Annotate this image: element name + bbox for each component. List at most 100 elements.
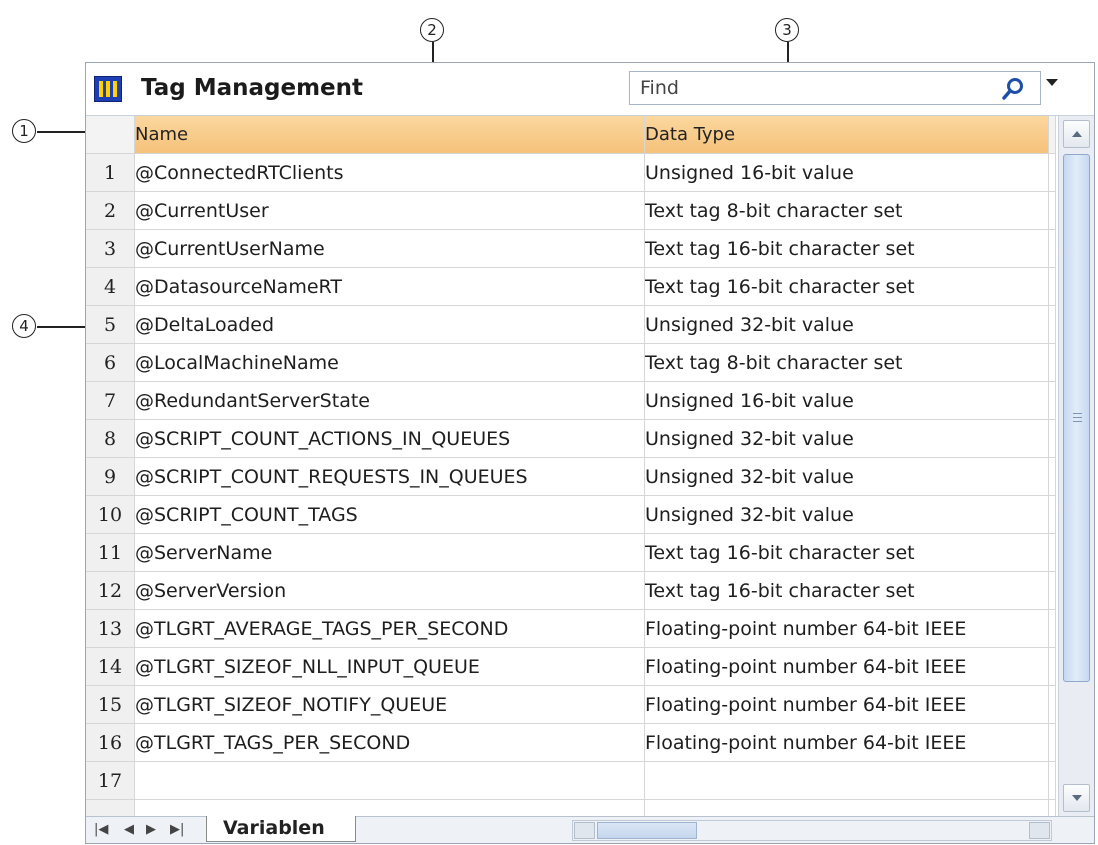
data-type-cell[interactable]: Unsigned 32-bit value bbox=[644, 495, 1049, 534]
next-column-cell[interactable] bbox=[1048, 381, 1056, 420]
table-row[interactable]: 14 @TLGRT_SIZEOF_NLL_INPUT_QUEUE Floating-… bbox=[86, 647, 1056, 686]
row-number[interactable]: 9 bbox=[86, 457, 135, 496]
scroll-thumb[interactable] bbox=[1063, 154, 1090, 682]
row-number[interactable]: 10 bbox=[86, 495, 135, 534]
vertical-scrollbar[interactable] bbox=[1058, 116, 1094, 816]
row-number[interactable]: 11 bbox=[86, 533, 135, 572]
tag-name-cell[interactable]: @CurrentUserName bbox=[134, 229, 645, 268]
tag-name-cell[interactable]: @SCRIPT_COUNT_REQUESTS_IN_QUEUES bbox=[134, 457, 645, 496]
data-type-cell[interactable]: Text tag 8-bit character set bbox=[644, 343, 1049, 382]
data-type-cell[interactable]: Unsigned 32-bit value bbox=[644, 457, 1049, 496]
next-column-cell[interactable] bbox=[1048, 419, 1056, 458]
next-column-cell[interactable] bbox=[1048, 533, 1056, 572]
tag-name-cell[interactable]: @ConnectedRTClients bbox=[134, 153, 645, 192]
row-number[interactable] bbox=[86, 799, 135, 816]
search-icon[interactable] bbox=[1000, 76, 1026, 102]
table-row[interactable]: 8 @SCRIPT_COUNT_ACTIONS_IN_QUEUES Unsigned… bbox=[86, 419, 1056, 458]
chevron-down-icon[interactable] bbox=[1046, 79, 1058, 86]
row-number[interactable]: 1 bbox=[86, 153, 135, 192]
column-header-data-type[interactable]: Data Type bbox=[644, 116, 1049, 154]
sheet-tab-variablen[interactable]: Variablen bbox=[206, 816, 356, 842]
row-number[interactable]: 6 bbox=[86, 343, 135, 382]
row-number[interactable]: 15 bbox=[86, 685, 135, 724]
scroll-down-button[interactable] bbox=[1063, 784, 1090, 812]
table-row[interactable]: 7 @RedundantServerState Unsigned 16-bit va… bbox=[86, 381, 1056, 420]
row-number[interactable]: 12 bbox=[86, 571, 135, 610]
data-type-cell[interactable] bbox=[644, 761, 1049, 800]
row-number[interactable]: 3 bbox=[86, 229, 135, 268]
tag-name-cell[interactable] bbox=[134, 761, 645, 800]
find-box[interactable] bbox=[629, 71, 1041, 105]
data-type-cell[interactable]: Text tag 8-bit character set bbox=[644, 191, 1049, 230]
tag-name-cell[interactable] bbox=[134, 799, 645, 816]
table-row[interactable] bbox=[86, 799, 1056, 816]
table-row[interactable]: 2 @CurrentUser Text tag 8-bit character se… bbox=[86, 191, 1056, 230]
row-number[interactable]: 2 bbox=[86, 191, 135, 230]
tag-name-cell[interactable]: @SCRIPT_COUNT_ACTIONS_IN_QUEUES bbox=[134, 419, 645, 458]
table-row[interactable]: 11 @ServerName Text tag 16-bit character s… bbox=[86, 533, 1056, 572]
next-column-cell[interactable] bbox=[1048, 609, 1056, 648]
data-type-cell[interactable]: Floating-point number 64-bit IEEE bbox=[644, 647, 1049, 686]
data-type-cell[interactable]: Unsigned 16-bit value bbox=[644, 381, 1049, 420]
next-column-cell[interactable] bbox=[1048, 229, 1056, 268]
next-column-cell[interactable] bbox=[1048, 343, 1056, 382]
next-column-cell[interactable] bbox=[1048, 305, 1056, 344]
select-all-corner[interactable] bbox=[86, 116, 135, 154]
column-header-next[interactable] bbox=[1048, 116, 1056, 154]
data-type-cell[interactable]: Floating-point number 64-bit IEEE bbox=[644, 609, 1049, 648]
tag-name-cell[interactable]: @TLGRT_AVERAGE_TAGS_PER_SECOND bbox=[134, 609, 645, 648]
last-sheet-icon[interactable]: ▶| bbox=[170, 822, 184, 837]
data-type-cell[interactable]: Floating-point number 64-bit IEEE bbox=[644, 723, 1049, 762]
table-row[interactable]: 17 bbox=[86, 761, 1056, 800]
table-row[interactable]: 9 @SCRIPT_COUNT_REQUESTS_IN_QUEUES Unsigne… bbox=[86, 457, 1056, 496]
tag-name-cell[interactable]: @TLGRT_SIZEOF_NOTIFY_QUEUE bbox=[134, 685, 645, 724]
tag-name-cell[interactable]: @DatasourceNameRT bbox=[134, 267, 645, 306]
horizontal-scrollbar[interactable] bbox=[572, 820, 1052, 841]
table-row[interactable]: 3 @CurrentUserName Text tag 16-bit charact… bbox=[86, 229, 1056, 268]
table-row[interactable]: 13 @TLGRT_AVERAGE_TAGS_PER_SECOND Floating… bbox=[86, 609, 1056, 648]
tag-name-cell[interactable]: @ServerVersion bbox=[134, 571, 645, 610]
next-column-cell[interactable] bbox=[1048, 571, 1056, 610]
row-number[interactable]: 17 bbox=[86, 761, 135, 800]
row-number[interactable]: 16 bbox=[86, 723, 135, 762]
data-type-cell[interactable]: Unsigned 16-bit value bbox=[644, 153, 1049, 192]
tag-name-cell[interactable]: @RedundantServerState bbox=[134, 381, 645, 420]
next-column-cell[interactable] bbox=[1048, 761, 1056, 800]
tag-name-cell[interactable]: @TLGRT_TAGS_PER_SECOND bbox=[134, 723, 645, 762]
next-column-cell[interactable] bbox=[1048, 799, 1056, 816]
scroll-right-button[interactable] bbox=[1029, 822, 1050, 839]
tag-name-cell[interactable]: @CurrentUser bbox=[134, 191, 645, 230]
prev-sheet-icon[interactable]: ◀ bbox=[124, 822, 134, 837]
scroll-left-button[interactable] bbox=[574, 822, 595, 839]
table-row[interactable]: 1 @ConnectedRTClients Unsigned 16-bit valu… bbox=[86, 153, 1056, 192]
table-row[interactable]: 10 @SCRIPT_COUNT_TAGS Unsigned 32-bit valu… bbox=[86, 495, 1056, 534]
next-column-cell[interactable] bbox=[1048, 495, 1056, 534]
table-row[interactable]: 15 @TLGRT_SIZEOF_NOTIFY_QUEUE Floating-poi… bbox=[86, 685, 1056, 724]
tag-name-cell[interactable]: @DeltaLoaded bbox=[134, 305, 645, 344]
table-row[interactable]: 16 @TLGRT_TAGS_PER_SECOND Floating-point n… bbox=[86, 723, 1056, 762]
table-row[interactable]: 5 @DeltaLoaded Unsigned 32-bit value bbox=[86, 305, 1056, 344]
next-column-cell[interactable] bbox=[1048, 457, 1056, 496]
row-number[interactable]: 13 bbox=[86, 609, 135, 648]
data-type-cell[interactable]: Text tag 16-bit character set bbox=[644, 229, 1049, 268]
next-column-cell[interactable] bbox=[1048, 685, 1056, 724]
data-type-cell[interactable]: Unsigned 32-bit value bbox=[644, 419, 1049, 458]
data-type-cell[interactable] bbox=[644, 799, 1049, 816]
table-row[interactable]: 4 @DatasourceNameRT Text tag 16-bit charac… bbox=[86, 267, 1056, 306]
data-type-cell[interactable]: Text tag 16-bit character set bbox=[644, 267, 1049, 306]
tag-name-cell[interactable]: @TLGRT_SIZEOF_NLL_INPUT_QUEUE bbox=[134, 647, 645, 686]
tag-name-cell[interactable]: @ServerName bbox=[134, 533, 645, 572]
next-column-cell[interactable] bbox=[1048, 647, 1056, 686]
next-column-cell[interactable] bbox=[1048, 191, 1056, 230]
next-column-cell[interactable] bbox=[1048, 723, 1056, 762]
data-type-cell[interactable]: Text tag 16-bit character set bbox=[644, 571, 1049, 610]
next-column-cell[interactable] bbox=[1048, 153, 1056, 192]
row-number[interactable]: 7 bbox=[86, 381, 135, 420]
data-type-cell[interactable]: Unsigned 32-bit value bbox=[644, 305, 1049, 344]
column-header-name[interactable]: Name bbox=[134, 116, 645, 154]
table-row[interactable]: 12 @ServerVersion Text tag 16-bit characte… bbox=[86, 571, 1056, 610]
horizontal-scroll-thumb[interactable] bbox=[597, 822, 697, 839]
row-number[interactable]: 5 bbox=[86, 305, 135, 344]
find-input[interactable] bbox=[630, 72, 990, 104]
scroll-up-button[interactable] bbox=[1063, 120, 1090, 148]
